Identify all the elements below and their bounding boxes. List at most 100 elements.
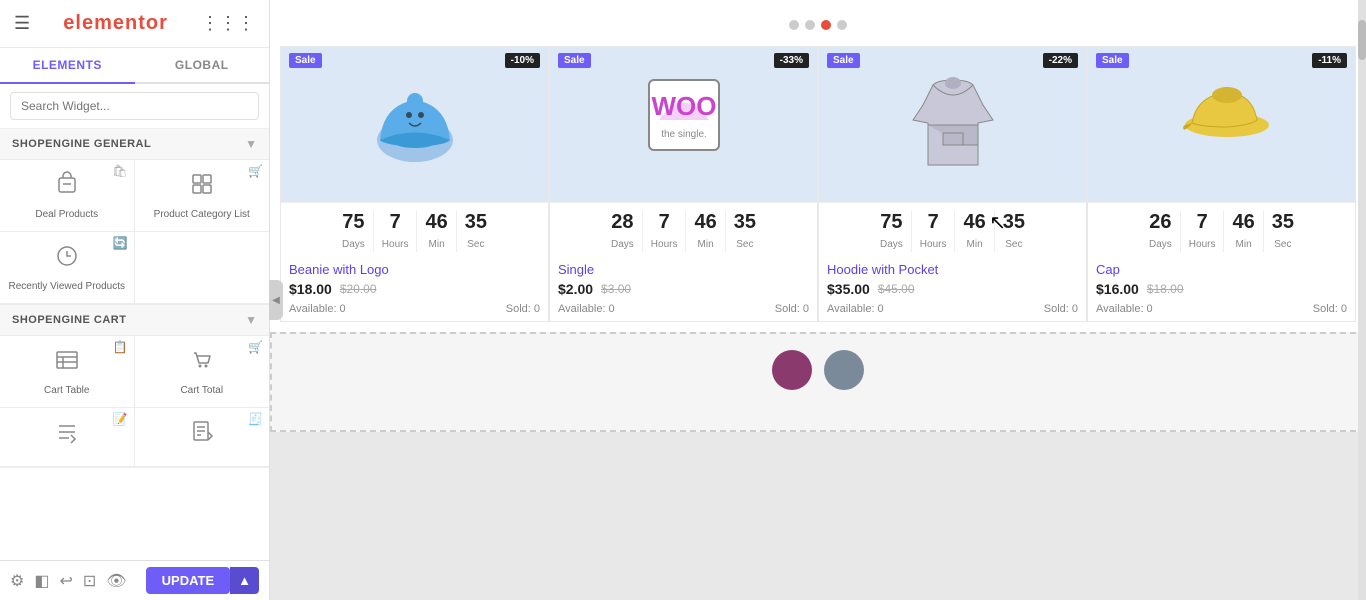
widget-product-category-list[interactable]: 🛒 Product Category List	[135, 160, 270, 232]
eye-icon[interactable]: 👁	[106, 571, 126, 591]
sidebar-footer: ⚙ ◧ ↩ ⊡ 👁 UPDATE ▲	[0, 560, 269, 600]
widget-corner-icon: 📋	[113, 340, 128, 354]
countdown-hours-1: 7 Hours	[374, 211, 418, 252]
min-label-4: Min	[1236, 239, 1252, 250]
sec-num-1: 35	[465, 211, 487, 234]
sec-label-3: Sec	[1005, 239, 1022, 250]
dot-1[interactable]	[789, 20, 799, 30]
sec-num-4: 35	[1272, 211, 1294, 234]
cart-total-icon	[188, 346, 216, 380]
product-card-3: Sale -22% 75 Days	[818, 46, 1087, 322]
search-bar	[0, 84, 269, 129]
widget-cart-total[interactable]: 🛒 Cart Total	[135, 336, 270, 408]
available-label-3: Available: 0	[827, 303, 884, 315]
search-input[interactable]	[10, 92, 259, 120]
cart-icon-4	[188, 418, 216, 452]
dot-2[interactable]	[805, 20, 815, 30]
countdown-3: 75 Days 7 Hours 46 Min 35 Sec	[819, 202, 1086, 256]
badge-discount-1: -10%	[505, 53, 540, 68]
product-card-2: Sale -33% WOO the single. 28 Days	[549, 46, 818, 322]
shopengine-cart-header[interactable]: SHOPENGINE CART ▼	[0, 305, 269, 336]
svg-text:WOO: WOO	[651, 91, 716, 121]
countdown-hours-3: 7 Hours	[912, 211, 956, 252]
sold-label-4: Sold: 0	[1313, 303, 1347, 315]
dot-3[interactable]	[821, 20, 831, 30]
countdown-hours-2: 7 Hours	[643, 211, 687, 252]
countdown-4: 26 Days 7 Hours 46 Min 35 Sec	[1088, 202, 1355, 256]
price-current-1: $18.00	[289, 281, 332, 297]
price-old-3: $45.00	[878, 282, 915, 296]
sidebar-logo: elementor	[63, 12, 168, 35]
history-icon[interactable]: ⊡	[83, 571, 96, 591]
badge-row-1: Sale -10%	[281, 47, 548, 74]
update-button-group: UPDATE ▲	[146, 567, 259, 594]
update-arrow-button[interactable]: ▲	[230, 567, 259, 594]
grid-icon[interactable]: ⋮⋮⋮	[201, 13, 255, 34]
layers-icon[interactable]: ◧	[34, 571, 49, 591]
product-prices-4: $16.00 $18.00	[1088, 279, 1355, 301]
svg-text:the single.: the single.	[661, 129, 707, 140]
badge-sale-3: Sale	[827, 53, 860, 68]
countdown-days-3: 75 Days	[872, 211, 912, 252]
settings-icon[interactable]: ⚙	[10, 571, 24, 591]
product-name-3[interactable]: Hoodie with Pocket	[819, 256, 1086, 279]
widget-corner-icon: 🛒	[248, 340, 263, 354]
hours-num-2: 7	[651, 211, 678, 234]
chevron-down-icon: ▼	[245, 137, 257, 151]
sold-label-3: Sold: 0	[1044, 303, 1078, 315]
dot-4[interactable]	[837, 20, 847, 30]
dashed-placeholder	[270, 332, 1366, 432]
days-label-3: Days	[880, 239, 903, 250]
days-num-2: 28	[611, 211, 634, 234]
deal-products-label: Deal Products	[35, 208, 98, 221]
deal-products-icon	[53, 170, 81, 204]
countdown-hours-4: 7 Hours	[1181, 211, 1225, 252]
widget-corner-icon: 🔄	[113, 236, 128, 250]
min-num-2: 46	[694, 211, 716, 234]
shopengine-general-header[interactable]: SHOPENGINE GENERAL ▼	[0, 129, 269, 160]
badge-sale-2: Sale	[558, 53, 591, 68]
hours-label-4: Hours	[1189, 239, 1216, 250]
widget-recently-viewed[interactable]: 🔄 Recently Viewed Products	[0, 232, 135, 304]
available-label-4: Available: 0	[1096, 303, 1153, 315]
update-button[interactable]: UPDATE	[146, 567, 230, 594]
product-name-2[interactable]: Single	[550, 256, 817, 279]
tab-global[interactable]: GLOBAL	[135, 48, 270, 82]
price-current-4: $16.00	[1096, 281, 1139, 297]
min-num-4: 46	[1232, 211, 1254, 234]
shopengine-general-title: SHOPENGINE GENERAL	[12, 138, 151, 150]
price-old-4: $18.00	[1147, 282, 1184, 296]
min-label-1: Min	[429, 239, 445, 250]
widget-cart-4[interactable]: 🧾	[135, 408, 270, 467]
days-label-2: Days	[611, 239, 634, 250]
widget-cart-3[interactable]: 📝	[0, 408, 135, 467]
widget-deal-products[interactable]: 🛍 Deal Products	[0, 160, 135, 232]
widget-cart-table[interactable]: 📋 Cart Table	[0, 336, 135, 408]
price-old-1: $20.00	[340, 282, 377, 296]
countdown-min-4: 46 Min	[1224, 211, 1263, 252]
widget-corner-icon: 🛍	[112, 164, 127, 178]
price-old-2: $3.00	[601, 282, 631, 296]
product-card-4: Sale -11% 26 Days	[1087, 46, 1356, 322]
tab-elements[interactable]: ELEMENTS	[0, 48, 135, 84]
undo-icon[interactable]: ↩	[59, 571, 72, 591]
product-name-4[interactable]: Cap	[1088, 256, 1355, 279]
hamburger-icon[interactable]: ☰	[14, 13, 30, 34]
countdown-days-1: 75 Days	[334, 211, 374, 252]
product-name-1[interactable]: Beanie with Logo	[281, 256, 548, 279]
badge-discount-2: -33%	[774, 53, 809, 68]
badge-sale-1: Sale	[289, 53, 322, 68]
avatar-2	[824, 350, 864, 390]
scrollbar-thumb[interactable]	[1358, 20, 1366, 60]
scrollbar[interactable]	[1358, 0, 1366, 600]
countdown-sec-4: 35 Sec	[1264, 211, 1302, 252]
sold-label-1: Sold: 0	[506, 303, 540, 315]
cart-table-icon	[53, 346, 81, 380]
recently-viewed-label: Recently Viewed Products	[8, 280, 125, 293]
product-availability-4: Available: 0 Sold: 0	[1088, 301, 1355, 321]
min-label-3: Min	[967, 239, 983, 250]
collapse-sidebar-handle[interactable]: ◀	[269, 280, 283, 320]
bottom-section	[272, 334, 1364, 406]
sec-num-3: 35	[1003, 211, 1025, 234]
countdown-sec-3: 35 Sec	[995, 211, 1033, 252]
